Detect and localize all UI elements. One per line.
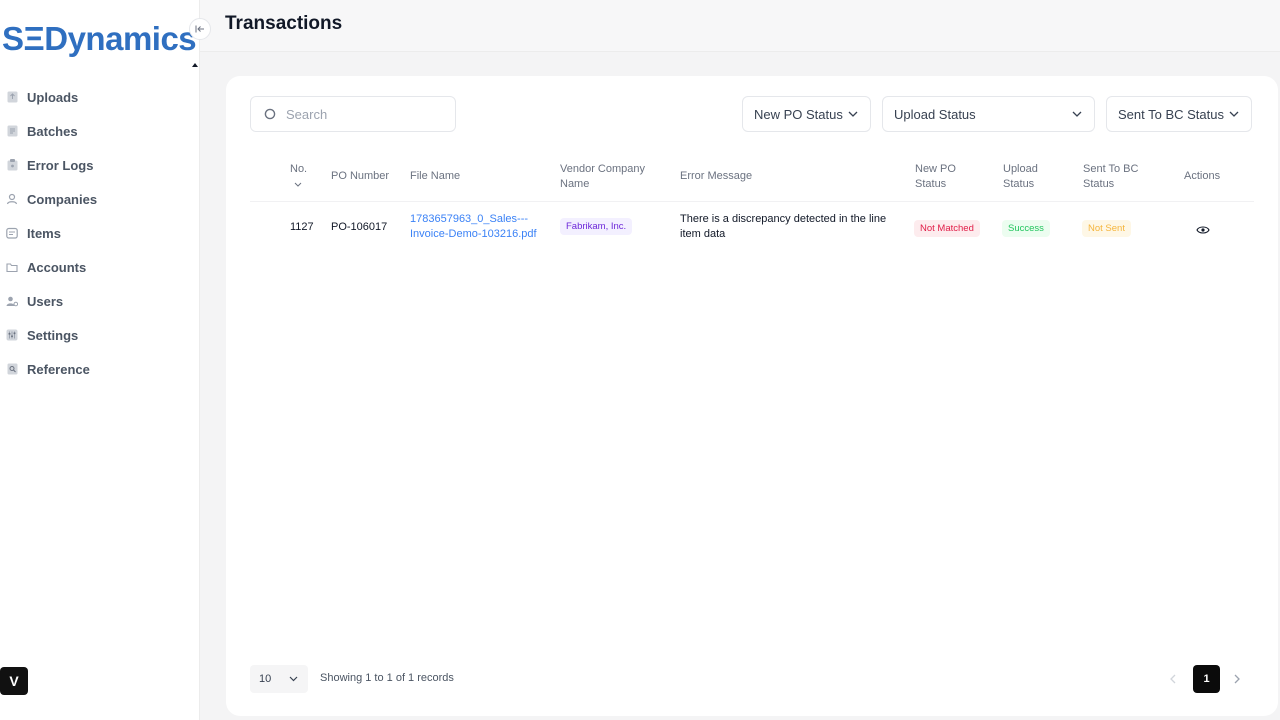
chevron-down-icon bbox=[848, 111, 858, 117]
page-title: Transactions bbox=[225, 13, 343, 34]
sidebar-item-reference[interactable]: Reference bbox=[0, 352, 200, 386]
column-header-line: Upload bbox=[1003, 163, 1038, 175]
page-size-select[interactable]: 10 bbox=[250, 665, 308, 693]
sidebar-item-error-logs[interactable]: Error Logs bbox=[0, 148, 200, 182]
vendor-badge: Fabrikam, Inc. bbox=[560, 218, 633, 235]
batch-icon bbox=[6, 125, 18, 137]
sidebar-item-label: Uploads bbox=[27, 89, 79, 105]
next-page-button[interactable] bbox=[1234, 671, 1241, 687]
records-summary: Showing 1 to 1 of 1 records bbox=[320, 672, 454, 684]
filter-label: New PO Status bbox=[754, 106, 843, 122]
cell-po-number: PO-106017 bbox=[331, 221, 388, 233]
page-header: Transactions bbox=[200, 0, 1280, 52]
brand-logo: SΞDynamics bbox=[2, 20, 197, 58]
sidebar: SΞDynamics Uploads Batches Error Logs Co… bbox=[0, 0, 200, 720]
column-header-vendor: Vendor Company Name bbox=[560, 162, 645, 192]
settings-icon bbox=[6, 329, 18, 341]
items-icon bbox=[6, 227, 18, 239]
page-size-value: 10 bbox=[259, 673, 272, 685]
caret-up-icon bbox=[192, 63, 198, 67]
transactions-card: New PO Status Upload Status Sent To BC S… bbox=[226, 76, 1278, 716]
view-eye-icon[interactable] bbox=[1196, 222, 1210, 240]
upload-status-badge: Success bbox=[1002, 220, 1050, 237]
column-header-line: Status bbox=[915, 178, 947, 190]
column-header-line: Status bbox=[1003, 178, 1035, 190]
sidebar-item-label: Accounts bbox=[27, 259, 87, 275]
column-header-po-number: PO Number bbox=[331, 170, 390, 182]
logo-prefix: SΞ bbox=[2, 20, 45, 57]
sidebar-item-batches[interactable]: Batches bbox=[0, 114, 200, 148]
chevron-down-icon bbox=[289, 676, 298, 682]
user-avatar[interactable]: V bbox=[0, 667, 28, 695]
column-header-line: New PO bbox=[915, 163, 956, 175]
sidebar-item-label: Reference bbox=[27, 361, 90, 377]
column-header-line: Vendor Company bbox=[560, 163, 645, 175]
collapse-sidebar-button[interactable] bbox=[189, 18, 211, 40]
sidebar-item-label: Items bbox=[27, 225, 61, 241]
sidebar-item-companies[interactable]: Companies bbox=[0, 182, 200, 216]
companies-icon bbox=[6, 193, 18, 205]
column-header-line: Name bbox=[560, 178, 590, 190]
sidebar-item-label: Companies bbox=[27, 191, 98, 207]
sidebar-item-label: Users bbox=[27, 293, 64, 309]
error-log-icon bbox=[6, 159, 18, 171]
logo-suffix: Dynamics bbox=[44, 20, 197, 57]
upload-status-filter[interactable]: Upload Status bbox=[882, 96, 1095, 132]
reference-icon bbox=[6, 363, 18, 375]
column-header-line: Status bbox=[1083, 178, 1115, 190]
search-input[interactable] bbox=[286, 106, 446, 122]
filter-label: Sent To BC Status bbox=[1118, 106, 1224, 122]
sidebar-item-accounts[interactable]: Accounts bbox=[0, 250, 200, 284]
file-name-line: 1783657963_0_Sales--- bbox=[410, 213, 529, 225]
search-box[interactable] bbox=[250, 96, 456, 132]
arrow-left-icon bbox=[195, 25, 204, 33]
chevron-left-icon bbox=[1170, 674, 1176, 684]
sidebar-item-items[interactable]: Items bbox=[0, 216, 200, 250]
cell-no: 1127 bbox=[290, 221, 314, 233]
sidebar-item-label: Error Logs bbox=[27, 157, 94, 173]
column-header-label: No. bbox=[290, 163, 308, 175]
sidebar-nav: Uploads Batches Error Logs Companies Ite… bbox=[0, 80, 200, 386]
column-header-line: Sent To BC bbox=[1083, 163, 1139, 175]
chevron-down-icon bbox=[1229, 111, 1239, 117]
column-header-no[interactable]: No. bbox=[290, 162, 307, 192]
sent-to-bc-status-badge: Not Sent bbox=[1082, 220, 1131, 237]
chevron-right-icon bbox=[1234, 674, 1240, 684]
column-header-file-name: File Name bbox=[410, 170, 461, 182]
upload-icon bbox=[6, 91, 18, 103]
sort-down-icon bbox=[294, 182, 302, 187]
column-header-error-message: Error Message bbox=[680, 170, 753, 182]
column-header-sent-to-bc-status: Sent To BC Status bbox=[1083, 162, 1138, 192]
sidebar-item-label: Batches bbox=[27, 123, 78, 139]
column-header-new-po-status: New PO Status bbox=[915, 162, 956, 192]
header-divider bbox=[250, 201, 1254, 202]
accounts-icon bbox=[6, 261, 18, 273]
file-name-link[interactable]: 1783657963_0_Sales--- Invoice-Demo-10321… bbox=[410, 212, 537, 242]
file-name-line: Invoice-Demo-103216.pdf bbox=[410, 228, 537, 240]
sidebar-item-label: Settings bbox=[27, 327, 79, 343]
sidebar-item-uploads[interactable]: Uploads bbox=[0, 80, 200, 114]
error-line: There is a discrepancy detected in the l… bbox=[680, 213, 887, 225]
sent-to-bc-status-filter[interactable]: Sent To BC Status bbox=[1106, 96, 1252, 132]
sidebar-item-settings[interactable]: Settings bbox=[0, 318, 200, 352]
filter-label: Upload Status bbox=[894, 106, 976, 122]
new-po-status-filter[interactable]: New PO Status bbox=[742, 96, 871, 132]
prev-page-button[interactable] bbox=[1169, 671, 1176, 687]
page-1-button[interactable]: 1 bbox=[1193, 665, 1220, 693]
new-po-status-badge: Not Matched bbox=[914, 220, 980, 237]
error-line: item data bbox=[680, 228, 726, 240]
column-header-actions: Actions bbox=[1184, 170, 1221, 182]
search-icon bbox=[264, 108, 276, 119]
sidebar-item-users[interactable]: Users bbox=[0, 284, 200, 318]
users-icon bbox=[6, 295, 18, 307]
cell-error-message: There is a discrepancy detected in the l… bbox=[680, 212, 886, 242]
column-header-upload-status: Upload Status bbox=[1003, 162, 1038, 192]
chevron-down-icon bbox=[1072, 111, 1082, 117]
